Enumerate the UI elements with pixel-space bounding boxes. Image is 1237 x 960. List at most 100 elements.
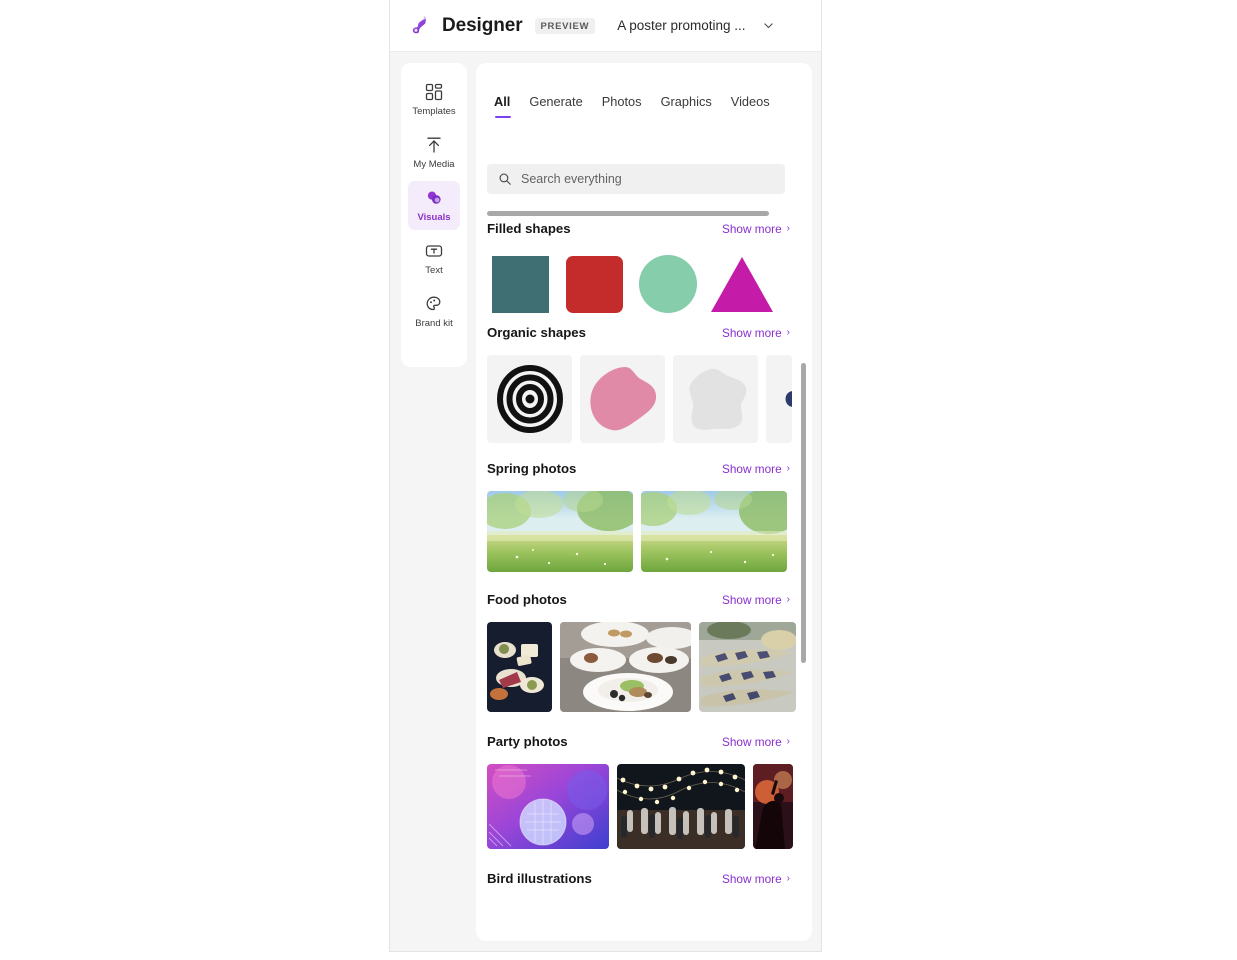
templates-grid-icon xyxy=(425,83,443,101)
scrollbar-thumb[interactable] xyxy=(801,363,806,663)
content-scrollbar[interactable] xyxy=(798,363,809,663)
scrollbar-thumb[interactable] xyxy=(487,211,769,216)
pink-blob-shape xyxy=(589,367,656,431)
organic-blob-gray[interactable] xyxy=(673,355,758,443)
navy-blob-shape xyxy=(785,391,792,407)
sidebar-item-brand-kit[interactable]: Brand kit xyxy=(408,287,460,336)
chevron-right-icon: › xyxy=(786,223,790,234)
filled-rounded-red[interactable] xyxy=(561,251,627,317)
section-header: Bird illustrations Show more › xyxy=(476,871,812,901)
party-concert-photo[interactable] xyxy=(753,764,793,849)
chevron-down-icon[interactable] xyxy=(762,19,775,32)
content-scroll-region[interactable]: Filled shapes Show more › Organic shapes… xyxy=(476,221,812,941)
sidebar-item-visuals[interactable]: Visuals xyxy=(408,181,460,230)
show-more-label: Show more xyxy=(721,462,782,476)
tab-overflow-scrollbar[interactable] xyxy=(487,211,781,220)
spring-photos-row xyxy=(476,491,812,572)
gray-blob-shape xyxy=(688,368,746,430)
show-more-filled-shapes[interactable]: Show more › xyxy=(722,222,790,236)
grilled-fish-thumbnail xyxy=(699,622,796,712)
organic-blob-navy[interactable] xyxy=(766,355,792,443)
section-title: Food photos xyxy=(487,592,567,607)
show-more-food-photos[interactable]: Show more › xyxy=(722,593,790,607)
search-input[interactable] xyxy=(521,172,761,186)
section-header: Food photos Show more › xyxy=(476,592,812,622)
section-food-photos: Food photos Show more › xyxy=(476,592,812,712)
app-topbar: Designer PREVIEW A poster promoting ... xyxy=(390,0,821,52)
section-bird-illustrations: Bird illustrations Show more › xyxy=(476,871,812,901)
filled-square-teal[interactable] xyxy=(487,251,553,317)
food-fish-photo[interactable] xyxy=(699,622,796,712)
section-title: Filled shapes xyxy=(487,221,571,236)
show-more-organic-shapes[interactable]: Show more › xyxy=(722,326,790,340)
meadow-thumbnail xyxy=(641,491,787,572)
section-filled-shapes: Filled shapes Show more › xyxy=(476,221,812,317)
party-photos-row xyxy=(476,764,812,849)
text-box-icon xyxy=(425,245,443,257)
sidebar-item-my-media[interactable]: My Media xyxy=(408,128,460,177)
sidebar-item-label: Text xyxy=(425,265,443,276)
section-title: Party photos xyxy=(487,734,568,749)
section-title: Bird illustrations xyxy=(487,871,592,886)
tab-videos[interactable]: Videos xyxy=(731,94,770,118)
show-more-party-photos[interactable]: Show more › xyxy=(722,735,790,749)
show-more-label: Show more xyxy=(721,326,782,340)
preview-badge: PREVIEW xyxy=(534,17,596,34)
sidebar-item-text[interactable]: Text xyxy=(408,234,460,283)
upload-arrow-icon xyxy=(427,137,441,153)
show-more-bird-illustrations[interactable]: Show more › xyxy=(722,872,790,886)
search-box[interactable] xyxy=(487,164,785,194)
string-lights-thumbnail xyxy=(617,764,745,849)
organic-concentric-rings[interactable] xyxy=(487,355,572,443)
tab-photos[interactable]: Photos xyxy=(602,94,642,118)
section-header: Spring photos Show more › xyxy=(476,461,812,491)
search-icon xyxy=(499,173,511,185)
sidebar-item-templates[interactable]: Templates xyxy=(408,75,460,124)
show-more-label: Show more xyxy=(721,735,782,749)
tab-all[interactable]: All xyxy=(494,94,512,118)
section-spring-photos: Spring photos Show more › xyxy=(476,461,812,572)
left-tool-rail: Templates My Media Visuals Text Brand ki… xyxy=(401,63,467,367)
charcuterie-thumbnail xyxy=(487,622,552,712)
food-plates-photo[interactable] xyxy=(560,622,691,712)
sidebar-item-label: Brand kit xyxy=(415,318,453,329)
party-disco-photo[interactable] xyxy=(487,764,609,849)
designer-app-window: Designer PREVIEW A poster promoting ... … xyxy=(389,0,822,952)
chevron-right-icon: › xyxy=(786,873,790,884)
sidebar-item-label: Templates xyxy=(412,106,456,117)
plates-thumbnail xyxy=(560,622,691,712)
brand-palette-icon xyxy=(426,296,441,311)
section-party-photos: Party photos Show more › xyxy=(476,734,812,849)
concert-thumbnail xyxy=(753,764,793,849)
spring-meadow-photo-1[interactable] xyxy=(487,491,633,572)
disco-thumbnail xyxy=(487,764,609,849)
sidebar-item-label: Visuals xyxy=(417,212,451,223)
section-header: Organic shapes Show more › xyxy=(476,325,812,355)
chevron-right-icon: › xyxy=(786,736,790,747)
tab-graphics[interactable]: Graphics xyxy=(661,94,712,118)
filled-circle-green[interactable] xyxy=(635,251,701,317)
document-title[interactable]: A poster promoting ... xyxy=(617,18,745,33)
designer-logo-icon xyxy=(412,15,427,33)
chevron-right-icon: › xyxy=(786,327,790,338)
sidebar-item-label: My Media xyxy=(413,159,455,170)
organic-shapes-row xyxy=(476,355,812,443)
food-photos-row xyxy=(476,622,812,712)
chevron-right-icon: › xyxy=(786,463,790,474)
show-more-label: Show more xyxy=(721,872,782,886)
tab-generate[interactable]: Generate xyxy=(529,94,582,118)
visuals-shapes-icon xyxy=(427,191,441,204)
filled-triangle-magenta[interactable] xyxy=(709,251,775,317)
section-organic-shapes: Organic shapes Show more › xyxy=(476,325,812,443)
organic-blob-pink[interactable] xyxy=(580,355,665,443)
section-header: Filled shapes Show more › xyxy=(476,221,812,251)
show-more-spring-photos[interactable]: Show more › xyxy=(722,462,790,476)
section-title: Spring photos xyxy=(487,461,577,476)
party-lights-photo[interactable] xyxy=(617,764,745,849)
spring-meadow-photo-2[interactable] xyxy=(641,491,787,572)
food-charcuterie-photo[interactable] xyxy=(487,622,552,712)
show-more-label: Show more xyxy=(721,593,782,607)
section-header: Party photos Show more › xyxy=(476,734,812,764)
app-brand-name: Designer xyxy=(442,14,523,36)
visuals-panel: All Generate Photos Graphics Videos Sear… xyxy=(476,63,812,941)
